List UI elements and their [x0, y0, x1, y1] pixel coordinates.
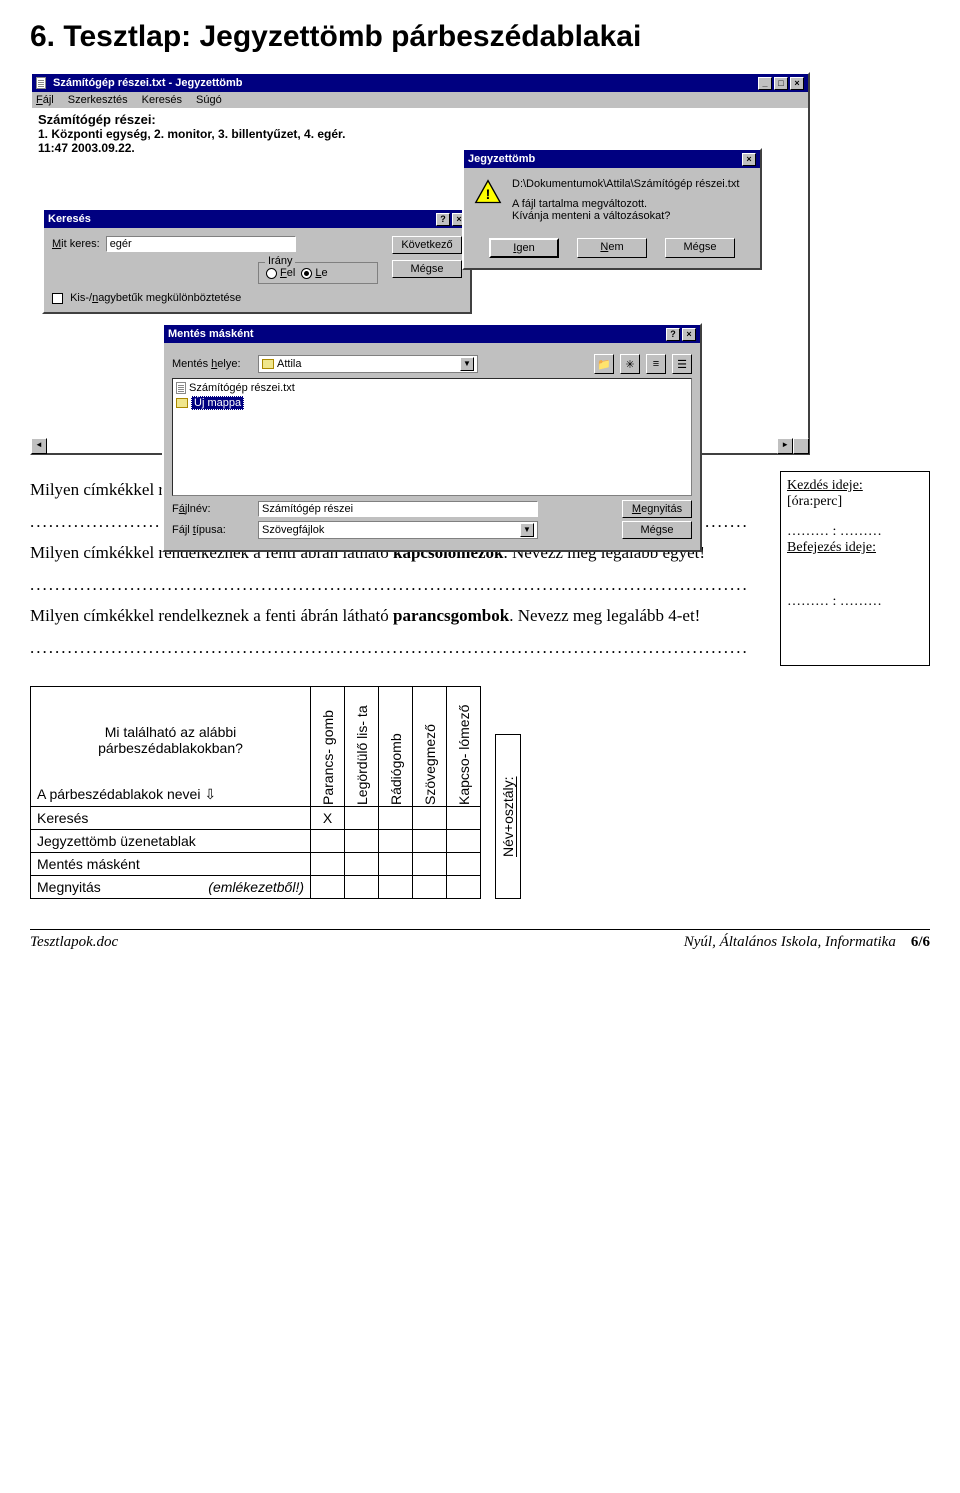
footer-left: Tesztlapok.doc — [30, 934, 118, 951]
editor-line: 1. Központi egység, 2. monitor, 3. bille… — [38, 127, 802, 141]
close-button[interactable]: × — [682, 328, 696, 341]
list-view-button[interactable]: ≡ — [646, 354, 666, 374]
menu-file[interactable]: Fájl — [36, 94, 54, 106]
cancel-button[interactable]: Mégse — [622, 521, 692, 539]
radio-down-label: Le — [315, 267, 327, 279]
message-dialog: Jegyzettömb × ! D:\Dokumentumok\Attila\S… — [462, 148, 762, 270]
radio-down[interactable] — [301, 268, 312, 279]
notepad-titlebar[interactable]: Számítógép részei.txt - Jegyzettömb _ □ … — [32, 74, 808, 92]
saveas-title: Mentés másként — [168, 328, 254, 340]
footer-right: Nyúl, Általános Iskola, Informatika 6/6 — [684, 934, 930, 951]
table-row: Keresés X — [31, 807, 481, 830]
table-row: Megnyitás (emlékezetből!) — [31, 876, 481, 899]
case-checkbox[interactable] — [52, 293, 63, 304]
new-folder-button[interactable]: ✳ — [620, 354, 640, 374]
help-button[interactable]: ? — [436, 213, 450, 226]
menu-search[interactable]: Keresés — [142, 94, 182, 106]
open-button[interactable]: Megnyitás — [622, 500, 692, 518]
table-row: Mentés másként — [31, 853, 481, 876]
list-item[interactable]: Számítógép részei.txt — [175, 381, 689, 395]
message-line: Kívánja menteni a változásokat? — [512, 210, 739, 222]
cancel-button[interactable]: Mégse — [392, 260, 462, 278]
radio-up-label: Fel — [280, 267, 295, 279]
close-button[interactable]: × — [742, 153, 756, 166]
folder-icon — [262, 359, 274, 369]
time-box: Kezdés ideje: [óra:perc] ……… : ……… Befej… — [780, 471, 930, 666]
filetype-dropdown[interactable]: Szövegfájlok ▼ — [258, 521, 538, 539]
warning-icon: ! — [474, 178, 502, 206]
dropdown-arrow-icon: ▼ — [460, 357, 474, 371]
svg-text:!: ! — [486, 186, 491, 202]
menu-help[interactable]: Súgó — [196, 94, 222, 106]
find-input[interactable]: egér — [106, 236, 296, 252]
col-szovegmezo: Szövegmező — [413, 687, 447, 807]
scroll-left-button[interactable]: ◄ — [31, 438, 47, 454]
editor-line: Számítógép részei: — [38, 112, 802, 127]
maximize-button[interactable]: □ — [774, 77, 788, 90]
filename-label: Fájlnév: — [172, 503, 252, 515]
file-list[interactable]: Számítógép részei.txt Új mappa — [172, 378, 692, 496]
notepad-window: Számítógép részei.txt - Jegyzettömb _ □ … — [30, 72, 810, 455]
col-parancsgomb: Parancs- gomb — [311, 687, 345, 807]
filetype-label: Fájl típusa: — [172, 524, 252, 536]
dropdown-arrow-icon: ▼ — [520, 523, 534, 537]
help-button[interactable]: ? — [666, 328, 680, 341]
folder-icon — [176, 398, 188, 408]
yes-button[interactable]: Igen — [489, 238, 559, 258]
details-view-button[interactable]: ☰ — [672, 354, 692, 374]
list-item[interactable]: Új mappa — [175, 395, 689, 411]
notepad-editor[interactable]: Számítógép részei: 1. Központi egység, 2… — [32, 108, 808, 453]
col-kapcsolomezo: Kapcso- lómező — [447, 687, 481, 807]
answer-line: ........................................… — [30, 635, 766, 661]
message-title: Jegyzettömb — [468, 153, 535, 165]
answer-line: ........................................… — [30, 572, 766, 598]
col-radiogomb: Rádiógomb — [379, 687, 413, 807]
close-button[interactable]: × — [790, 77, 804, 90]
minimize-button[interactable]: _ — [758, 77, 772, 90]
case-checkbox-label: Kis-/nagybetűk megkülönböztetése — [70, 292, 241, 304]
save-location-label: Mentés helye: — [172, 358, 252, 370]
up-folder-button[interactable]: 📁 — [594, 354, 614, 374]
page-heading: 6. Tesztlap: Jegyzettömb párbeszédablaka… — [30, 20, 930, 54]
radio-up[interactable] — [266, 268, 277, 279]
scroll-right-button[interactable]: ► — [777, 438, 793, 454]
filename-input[interactable]: Számítógép részei — [258, 501, 538, 517]
direction-group-label: Irány — [265, 255, 295, 267]
notepad-icon — [36, 77, 46, 89]
menu-edit[interactable]: Szerkesztés — [68, 94, 128, 106]
saveas-titlebar[interactable]: Mentés másként ?× — [164, 325, 700, 343]
search-title: Keresés — [48, 213, 91, 225]
col-legordulo: Legördülő lis- ta — [345, 687, 379, 807]
message-titlebar[interactable]: Jegyzettömb × — [464, 150, 760, 168]
document-icon — [176, 382, 186, 394]
find-label: Mit keres: — [52, 238, 100, 250]
message-path: D:\Dokumentumok\Attila\Számítógép részei… — [512, 178, 739, 190]
name-class-box: Név+osztály: — [495, 734, 521, 899]
cancel-button[interactable]: Mégse — [665, 238, 735, 258]
message-line: A fájl tartalma megváltozott. — [512, 198, 739, 210]
saveas-dialog: Mentés másként ?× Mentés helye: Attila ▼… — [162, 323, 702, 552]
find-next-button[interactable]: Következő — [392, 236, 462, 254]
notepad-title: Számítógép részei.txt - Jegyzettömb — [53, 77, 243, 89]
search-dialog: Keresés ? × Mit keres: egér Irány — [42, 208, 472, 314]
search-titlebar[interactable]: Keresés ? × — [44, 210, 470, 228]
table-row: Jegyzettömb üzenetablak — [31, 830, 481, 853]
page-footer: Tesztlapok.doc Nyúl, Általános Iskola, I… — [30, 929, 930, 951]
table-header-left: Mi található az alábbi párbeszédablakokb… — [31, 687, 311, 807]
resize-grip-icon[interactable] — [793, 438, 809, 454]
no-button[interactable]: Nem — [577, 238, 647, 258]
answer-table: Mi található az alábbi párbeszédablakokb… — [30, 686, 481, 899]
notepad-menubar: Fájl Szerkesztés Keresés Súgó — [32, 92, 808, 108]
save-location-dropdown[interactable]: Attila ▼ — [258, 355, 478, 373]
